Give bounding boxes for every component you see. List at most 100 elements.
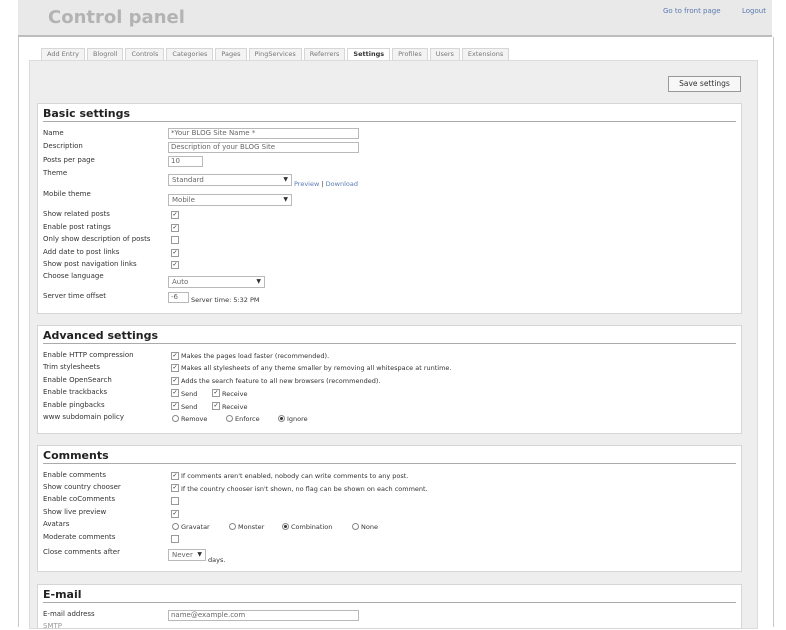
post-ratings-checkbox[interactable]: ✓ <box>171 224 179 232</box>
avatar-monster-radio[interactable] <box>229 523 236 530</box>
mobile-theme-value: Mobile <box>172 196 195 204</box>
post-ratings-label: Enable post ratings <box>43 223 111 231</box>
country-chooser-checkbox[interactable]: ✓ <box>171 484 179 492</box>
subdomain-policy-label: www subdomain policy <box>43 413 124 421</box>
name-label: Name <box>43 129 64 137</box>
nav-links-label: Show post navigation links <box>43 260 137 268</box>
email-address-input[interactable]: name@example.com <box>168 610 359 621</box>
country-chooser-desc: If the country chooser isn't shown, no f… <box>181 485 428 493</box>
preview-link[interactable]: Preview <box>294 180 319 188</box>
subdomain-ignore-radio[interactable] <box>278 415 285 422</box>
comments-title: Comments <box>43 449 109 462</box>
divider <box>43 463 736 464</box>
subdomain-enforce-radio[interactable] <box>226 415 233 422</box>
pingbacks-receive-checkbox[interactable]: ✓ <box>212 402 220 410</box>
trackbacks-receive-checkbox[interactable]: ✓ <box>212 389 220 397</box>
related-posts-checkbox[interactable]: ✓ <box>171 211 179 219</box>
theme-value: Standard <box>172 176 204 184</box>
subdomain-remove-radio[interactable] <box>172 415 179 422</box>
tab-referrers[interactable]: Referrers <box>303 48 346 60</box>
trackbacks-receive-label: Receive <box>222 390 248 398</box>
logout-link[interactable]: Logout <box>742 7 766 15</box>
theme-select[interactable]: Standard ▼ <box>168 174 292 186</box>
language-select[interactable]: Auto ▼ <box>168 276 265 288</box>
basic-settings-section: Basic settings Name *Your BLOG Site Name… <box>37 103 742 314</box>
comments-section: Comments Enable comments ✓ If comments a… <box>37 445 742 572</box>
tab-settings[interactable]: Settings <box>347 48 391 60</box>
moderate-comments-label: Moderate comments <box>43 533 116 541</box>
avatar-gravatar-label: Gravatar <box>181 523 210 531</box>
email-title: E-mail <box>43 588 82 601</box>
divider <box>43 343 736 344</box>
days-label: days. <box>208 556 226 564</box>
link-separator: | <box>321 180 324 188</box>
avatars-label: Avatars <box>43 520 70 528</box>
http-compression-label: Enable HTTP compression <box>43 351 134 359</box>
language-label: Choose language <box>43 272 104 280</box>
tab-blogroll[interactable]: Blogroll <box>86 48 124 60</box>
moderate-comments-checkbox[interactable] <box>171 535 179 543</box>
description-input[interactable]: Description of your BLOG Site <box>168 142 359 153</box>
advanced-settings-section: Advanced settings Enable HTTP compressio… <box>37 325 742 434</box>
date-links-label: Add date to post links <box>43 248 120 256</box>
opensearch-label: Enable OpenSearch <box>43 376 112 384</box>
download-link[interactable]: Download <box>326 180 358 188</box>
nav-links-checkbox[interactable]: ✓ <box>171 261 179 269</box>
tab-bar: Add Entry Blogroll Controls Categories P… <box>41 48 511 60</box>
front-page-link[interactable]: Go to front page <box>663 7 721 15</box>
live-preview-checkbox[interactable]: ✓ <box>171 510 179 518</box>
opensearch-desc: Adds the search feature to all new brows… <box>181 377 381 385</box>
close-comments-select[interactable]: Never ▼ <box>168 549 206 561</box>
basic-settings-title: Basic settings <box>43 107 131 120</box>
country-chooser-label: Show country chooser <box>43 483 121 491</box>
pingbacks-send-label: Send <box>181 403 198 411</box>
http-compression-checkbox[interactable]: ✓ <box>171 352 179 360</box>
save-settings-button[interactable]: Save settings <box>668 76 741 92</box>
smtp-label: SMTP <box>43 622 62 630</box>
name-input[interactable]: *Your BLOG Site Name * <box>168 128 359 139</box>
language-value: Auto <box>172 278 189 286</box>
tab-categories[interactable]: Categories <box>166 48 214 60</box>
time-offset-input[interactable]: -6 <box>168 292 189 303</box>
trim-stylesheets-checkbox[interactable]: ✓ <box>171 364 179 372</box>
trackbacks-label: Enable trackbacks <box>43 388 108 396</box>
posts-per-page-input[interactable]: 10 <box>168 156 203 167</box>
avatar-combination-radio[interactable] <box>282 523 289 530</box>
header-bar: Control panel <box>18 0 772 37</box>
subdomain-ignore-label: Ignore <box>287 415 308 423</box>
tab-pages[interactable]: Pages <box>215 48 247 60</box>
desc-only-checkbox[interactable] <box>171 236 179 244</box>
posts-per-page-label: Posts per page <box>43 156 95 164</box>
tab-profiles[interactable]: Profiles <box>392 48 428 60</box>
trackbacks-send-checkbox[interactable]: ✓ <box>171 389 179 397</box>
trim-stylesheets-desc: Makes all stylesheets of any theme small… <box>181 364 452 372</box>
tab-controls[interactable]: Controls <box>125 48 165 60</box>
opensearch-checkbox[interactable]: ✓ <box>171 377 179 385</box>
enable-comments-label: Enable comments <box>43 471 106 479</box>
email-section: E-mail E-mail address name@example.com S… <box>37 584 742 630</box>
subdomain-remove-label: Remove <box>181 415 208 423</box>
avatar-none-radio[interactable] <box>352 523 359 530</box>
page-title: Control panel <box>48 7 185 28</box>
close-comments-value: Never <box>172 551 193 559</box>
tab-add-entry[interactable]: Add Entry <box>41 48 85 60</box>
cocomments-label: Enable coComments <box>43 495 116 503</box>
enable-comments-checkbox[interactable]: ✓ <box>171 472 179 480</box>
chevron-down-icon: ▼ <box>256 278 261 285</box>
date-links-checkbox[interactable]: ✓ <box>171 249 179 257</box>
pingbacks-send-checkbox[interactable]: ✓ <box>171 402 179 410</box>
trackbacks-send-label: Send <box>181 390 198 398</box>
trim-stylesheets-label: Trim stylesheets <box>43 363 100 371</box>
tab-extensions[interactable]: Extensions <box>461 48 510 60</box>
cocomments-checkbox[interactable] <box>171 497 179 505</box>
theme-links: Preview | Download <box>294 180 358 188</box>
tab-users[interactable]: Users <box>429 48 460 60</box>
avatar-gravatar-radio[interactable] <box>172 523 179 530</box>
time-offset-label: Server time offset <box>43 292 107 300</box>
tab-pingservices[interactable]: PingServices <box>248 48 302 60</box>
mobile-theme-select[interactable]: Mobile ▼ <box>168 194 292 206</box>
live-preview-label: Show live preview <box>43 508 107 516</box>
description-label: Description <box>43 142 83 150</box>
chevron-down-icon: ▼ <box>197 551 202 558</box>
avatar-monster-label: Monster <box>238 523 265 531</box>
